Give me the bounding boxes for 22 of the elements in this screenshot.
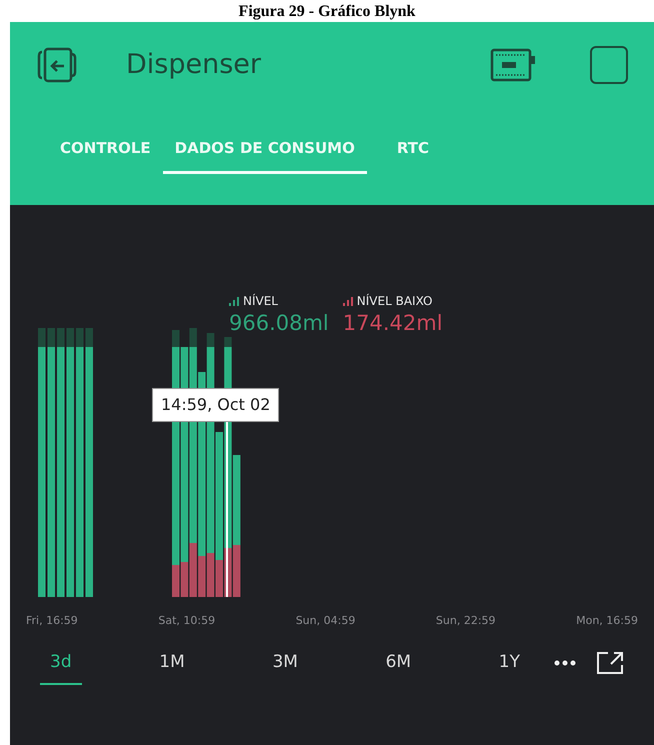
square-button[interactable]: [590, 46, 628, 84]
tooltip: 14:59, Oct 02: [152, 388, 280, 422]
project-title: Dispenser: [126, 48, 261, 82]
range-tab[interactable]: 3M: [262, 650, 308, 685]
exit-icon[interactable]: [36, 46, 78, 84]
range-tab[interactable]: 1M: [149, 650, 195, 685]
legend-label: NÍVEL: [243, 292, 278, 310]
more-icon[interactable]: [554, 660, 576, 666]
legend-value: 966.08ml: [229, 310, 329, 336]
axis-label: Sun, 22:59: [436, 613, 496, 629]
axis-label: Sat, 10:59: [158, 613, 216, 629]
axis-label: Sun, 04:59: [296, 613, 356, 629]
legend-value: 174.42ml: [342, 310, 443, 336]
device-icon[interactable]: [490, 46, 536, 84]
axis-label: Mon, 16:59: [576, 613, 638, 629]
axis-label: Fri, 16:59: [26, 613, 78, 629]
range-tab[interactable]: 1Y: [488, 650, 530, 685]
legend-label: NÍVEL BAIXO: [356, 292, 432, 310]
figure-caption: Figura 29 - Gráfico Blynk: [238, 2, 416, 22]
range-tab[interactable]: 6M: [376, 650, 422, 685]
range-tab[interactable]: 3d: [40, 650, 82, 685]
fullscreen-icon[interactable]: [596, 651, 624, 676]
